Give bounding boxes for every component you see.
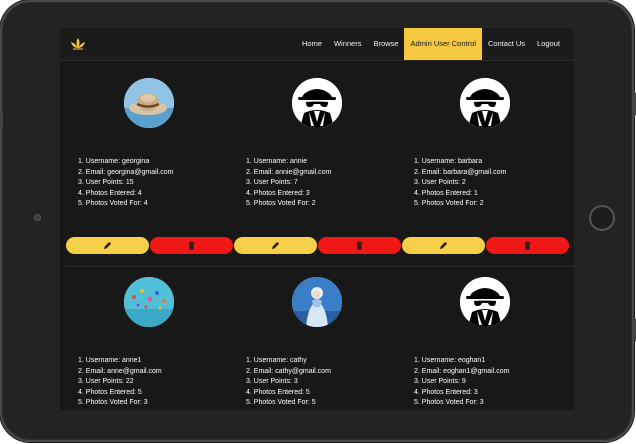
user-points: 3. User Points: 15 (78, 179, 134, 186)
avatar (460, 78, 510, 128)
user-card: 1. Username: annie 2. Email: annie@gmail… (234, 61, 401, 261)
nav-contact-us[interactable]: Contact Us (482, 28, 531, 60)
photos-entered: 4. Photos Entered: 5 (246, 388, 310, 396)
pencil-icon (271, 241, 280, 250)
email: 2. Email: georgina@gmail.com (78, 168, 174, 176)
photos-entered: 4. Photos Entered: 1 (414, 189, 478, 197)
username: 1. Username: eoghan1 (414, 357, 486, 364)
hat-photo-icon (124, 78, 174, 128)
user-info: 1. Username: cathy 2. Email: cathy@gmail… (246, 356, 396, 409)
user-info: 1. Username: georgina 2. Email: georgina… (78, 157, 228, 210)
user-points: 3. User Points: 3 (246, 378, 298, 385)
photos-entered: 4. Photos Entered: 3 (414, 388, 478, 396)
nav-winners[interactable]: Winners (328, 28, 368, 60)
photos-voted: 5. Photos Voted For: 4 (78, 200, 148, 207)
nav-logout[interactable]: Logout (531, 28, 566, 60)
trash-icon (356, 241, 363, 250)
photos-entered: 4. Photos Entered: 3 (246, 189, 310, 197)
email: 2. Email: anne@gmail.com (78, 367, 162, 375)
pencil-icon (103, 241, 112, 250)
edit-user-button[interactable] (234, 237, 317, 254)
photos-entered: 4. Photos Entered: 4 (78, 189, 142, 197)
email: 2. Email: eoghan1@gmail.com (414, 367, 510, 375)
nav-menu: Home Winners Browse Admin User Control C… (296, 28, 566, 60)
home-button[interactable] (589, 205, 615, 231)
user-card: 1. Username: anne1 2. Email: anne@gmail.… (66, 267, 233, 410)
user-card: 1. Username: barbara 2. Email: barbara@g… (402, 61, 569, 261)
username: 1. Username: georgina (78, 158, 150, 165)
edit-user-button[interactable] (66, 237, 149, 254)
balloons-photo-icon (124, 277, 174, 327)
lotus-logo-icon[interactable] (70, 37, 86, 51)
email: 2. Email: annie@gmail.com (246, 168, 332, 176)
user-card: 1. Username: georgina 2. Email: georgina… (66, 61, 233, 261)
delete-user-button[interactable] (150, 237, 233, 254)
nav-browse[interactable]: Browse (367, 28, 404, 60)
spy-icon (460, 277, 510, 327)
user-points: 3. User Points: 7 (246, 179, 298, 186)
avatar (124, 78, 174, 128)
user-points: 3. User Points: 2 (414, 179, 466, 186)
avatar (292, 277, 342, 327)
photos-voted: 5. Photos Voted For: 3 (414, 399, 484, 406)
spy-icon (460, 78, 510, 128)
photos-voted: 5. Photos Voted For: 2 (414, 200, 484, 207)
user-points: 3. User Points: 22 (78, 378, 134, 385)
avatar (292, 78, 342, 128)
user-points: 3. User Points: 9 (414, 378, 466, 385)
spy-icon (292, 78, 342, 128)
photos-entered: 4. Photos Entered: 5 (78, 388, 142, 396)
photos-voted: 5. Photos Voted For: 2 (246, 200, 316, 207)
camera-icon (34, 214, 41, 221)
photos-voted: 5. Photos Voted For: 5 (246, 399, 316, 406)
username: 1. Username: cathy (246, 357, 307, 364)
winter-photo-icon (292, 277, 342, 327)
username: 1. Username: barbara (414, 158, 483, 165)
app-screen: Home Winners Browse Admin User Control C… (60, 28, 574, 410)
avatar (460, 277, 510, 327)
user-info: 1. Username: barbara 2. Email: barbara@g… (414, 157, 564, 210)
trash-icon (524, 241, 531, 250)
nav-admin-user-control[interactable]: Admin User Control (404, 28, 482, 60)
power-button[interactable] (632, 318, 636, 342)
user-info: 1. Username: eoghan1 2. Email: eoghan1@g… (414, 356, 564, 409)
nav-home[interactable]: Home (296, 28, 328, 60)
email: 2. Email: cathy@gmail.com (246, 367, 331, 375)
edit-user-button[interactable] (402, 237, 485, 254)
username: 1. Username: annie (246, 158, 308, 165)
pencil-icon (439, 241, 448, 250)
user-card: 1. Username: cathy 2. Email: cathy@gmail… (234, 267, 401, 410)
volume-button[interactable] (632, 92, 636, 116)
email: 2. Email: barbara@gmail.com (414, 168, 507, 176)
user-info: 1. Username: anne1 2. Email: anne@gmail.… (78, 356, 228, 409)
avatar (124, 277, 174, 327)
trash-icon (188, 241, 195, 250)
mute-switch[interactable] (0, 110, 3, 128)
delete-user-button[interactable] (318, 237, 401, 254)
user-info: 1. Username: annie 2. Email: annie@gmail… (246, 157, 396, 210)
user-card: 1. Username: eoghan1 2. Email: eoghan1@g… (402, 267, 569, 410)
username: 1. Username: anne1 (78, 357, 142, 364)
photos-voted: 5. Photos Voted For: 3 (78, 399, 148, 406)
top-navbar: Home Winners Browse Admin User Control C… (60, 28, 574, 61)
delete-user-button[interactable] (486, 237, 569, 254)
